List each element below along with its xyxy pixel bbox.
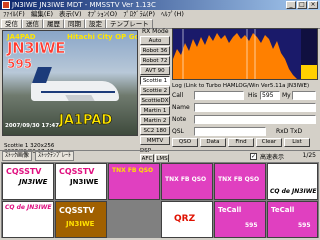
rx-mode-panel: RX Mode Auto Robot 36 Robot 72 AVT 90 Sc… (140, 28, 170, 148)
received-picture[interactable]: JA4PAD JN3IWE 595 Hitachi City OP Gotoh … (2, 30, 138, 136)
tab-history[interactable]: 履歴 (43, 19, 64, 28)
data-button[interactable]: Data (200, 138, 226, 147)
call-field[interactable] (194, 91, 244, 100)
thumbnail[interactable]: CQSSTV JN3IWE (2, 163, 54, 200)
title-bar: JN3IWE JN3IWE MDT - MMSSTV Ver 1.13C _ □… (0, 0, 320, 10)
close-button[interactable]: × (308, 1, 318, 9)
picture-location: Hitachi City OP Gotoh (67, 33, 137, 41)
menu-help[interactable]: ﾍﾙﾌﾟ(H) (161, 10, 184, 19)
tab-send[interactable]: 送信 (22, 19, 43, 28)
tab-stock-templates[interactable]: ｽﾄｯｸﾃﾝﾌﾟﾚｰﾄ (35, 151, 75, 161)
mode-button-robot36[interactable]: Robot 36 (140, 46, 170, 55)
mode-button-mmtv[interactable]: MMTV (140, 136, 170, 145)
menu-edit[interactable]: 編集(E) (31, 10, 53, 19)
minimize-button[interactable]: _ (286, 1, 296, 9)
airplane-image (31, 67, 119, 101)
menu-view[interactable]: 表示(V) (59, 10, 82, 19)
note-label: Note (172, 116, 187, 123)
menu-bar: ﾌｧｲﾙ(F) 編集(E) 表示(V) ｵﾌﾟｼｮﾝ(O) ﾌﾟﾛｸﾞﾗﾑ(P)… (0, 10, 320, 19)
fast-display-label: 高速表示 (260, 154, 285, 161)
app-icon (2, 1, 10, 9)
name-field[interactable] (194, 103, 316, 112)
mode-button-scottie2[interactable]: Scottie 2 (140, 86, 170, 95)
tab-sync[interactable]: 同期 (64, 19, 85, 28)
rxd-txd-label: RxD TxD (276, 128, 303, 135)
tab-settings[interactable]: 設定 (85, 19, 106, 28)
mode-button-scottie1[interactable]: Scottie 1 (140, 76, 170, 85)
menu-option[interactable]: ｵﾌﾟｼｮﾝ(O) (88, 10, 118, 19)
spectrum-graph (173, 29, 317, 79)
qsl-field[interactable] (194, 127, 266, 136)
mode-button-auto[interactable]: Auto (140, 36, 170, 45)
template-toolbar: ｽﾄｯｸ画像 ｽﾄｯｸﾃﾝﾌﾟﾚｰﾄ ✓ 高速表示 1/25 (0, 150, 320, 161)
mode-button-martin2[interactable]: Martin 2 (140, 116, 170, 125)
his-rst-field[interactable]: 595 (260, 91, 280, 100)
picture-bottom-callsign: JA1PAD (59, 113, 113, 129)
qsl-label: QSL (172, 128, 184, 135)
mode-button-scottiedx[interactable]: ScottieDX (140, 96, 170, 105)
menu-program[interactable]: ﾌﾟﾛｸﾞﾗﾑ(P) (123, 10, 155, 19)
window-title: JN3IWE JN3IWE MDT - MMSSTV Ver 1.13C (12, 1, 156, 9)
note-field[interactable] (194, 115, 316, 124)
picture-date: 2007/09/30 17:47 (5, 123, 60, 129)
tab-receive[interactable]: 受信 (1, 19, 22, 28)
find-button[interactable]: Find (228, 138, 254, 147)
thumbnail[interactable]: TeCall 595 (267, 201, 318, 238)
list-button[interactable]: List (284, 138, 310, 147)
thumbnail[interactable]: CQSSTV JN3IWE (55, 163, 107, 200)
call-label: Call (172, 92, 184, 99)
clear-button[interactable]: Clear (256, 138, 282, 147)
my-label: My (282, 92, 291, 99)
his-label: His (248, 92, 258, 99)
thumbnail[interactable]: CQSSTV JN3IWE (55, 201, 107, 238)
thumbnail[interactable]: TNX FB QSO (214, 163, 266, 200)
tab-stock-images[interactable]: ｽﾄｯｸ画像 (2, 151, 33, 161)
rx-mode-label: RX Mode (142, 28, 169, 35)
mode-button-avt90[interactable]: AVT 90 (140, 66, 170, 75)
thumbnail[interactable]: TeCall 595 (214, 201, 266, 238)
thumbnail[interactable]: TNX FB QSO (108, 163, 160, 200)
picture-number: 595 (7, 57, 33, 72)
fast-display-checkbox[interactable]: ✓ (250, 153, 257, 160)
mode-button-robot72[interactable]: Robot 72 (140, 56, 170, 65)
menu-file[interactable]: ﾌｧｲﾙ(F) (3, 10, 25, 19)
tab-template[interactable]: テンプレート (106, 19, 153, 28)
mode-button-martin1[interactable]: Martin 1 (140, 106, 170, 115)
spectrum-display[interactable] (172, 28, 318, 80)
page-counter: 1/25 (302, 152, 316, 159)
picture-callsign: JN3IWE (7, 39, 66, 58)
thumbnail[interactable]: CQ de JN3IWE (2, 201, 54, 238)
thumbnail[interactable]: QRZ (161, 201, 213, 238)
qso-button[interactable]: QSO (172, 138, 198, 147)
my-rst-field[interactable] (292, 91, 316, 100)
maximize-button[interactable]: □ (297, 1, 307, 9)
name-label: Name (172, 104, 190, 111)
thumbnail[interactable]: CQ de JN3IWE (267, 163, 318, 200)
mode-button-sc2-180[interactable]: SC2 180 (140, 126, 170, 135)
log-link-label: Log (Link to Turbo HAMLOG/Win Ver5.11a J… (172, 83, 310, 89)
thumbnail[interactable]: TNX FB QSO (161, 163, 213, 200)
window-controls: _ □ × (286, 1, 318, 9)
template-thumbnails: CQSSTV JN3IWE CQSSTV JN3IWE TNX FB QSO T… (1, 162, 319, 238)
